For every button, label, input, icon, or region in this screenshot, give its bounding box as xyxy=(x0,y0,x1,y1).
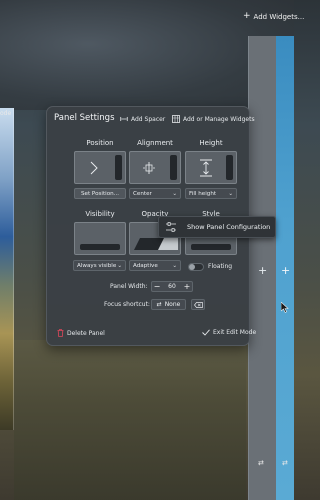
add-widget-plus-icon[interactable]: + xyxy=(281,264,290,277)
opacity-value: Adaptive xyxy=(133,262,158,269)
exit-edit-mode-button[interactable]: Exit Edit Mode xyxy=(202,329,256,336)
add-manage-widgets-button[interactable]: Add or Manage Widgets xyxy=(172,115,255,123)
clear-shortcut-button[interactable] xyxy=(191,299,205,310)
add-spacer-label: Add Spacer xyxy=(131,115,166,123)
chevron-down-icon: ⌄ xyxy=(172,262,177,269)
focus-shortcut-value: None xyxy=(164,301,181,308)
alignment-select[interactable]: Center ⌄ xyxy=(129,188,181,199)
add-spacer-plus-icon[interactable]: + xyxy=(258,264,267,277)
panel-width-spinbox[interactable]: − 60 + xyxy=(151,281,193,292)
add-spacer-button[interactable]: Add Spacer xyxy=(120,115,165,123)
chevron-down-icon: ⌄ xyxy=(117,262,122,269)
position-label: Position xyxy=(86,139,114,147)
mouse-cursor-icon xyxy=(281,302,289,313)
adaptive-opacity-icon xyxy=(134,238,178,250)
visibility-label: Visibility xyxy=(85,210,115,218)
panel-preview-bar xyxy=(80,244,120,250)
position-tile[interactable] xyxy=(74,151,126,184)
dialog-title: Panel Settings xyxy=(54,113,115,123)
panel-preview-bar xyxy=(115,155,122,180)
tooltip-text: Show Panel Configuration xyxy=(187,223,271,231)
visibility-tile[interactable] xyxy=(74,222,126,255)
background-window-preview[interactable] xyxy=(0,108,14,430)
height-value: Fill height xyxy=(189,190,217,197)
floating-label: Floating xyxy=(208,263,233,270)
background-window-label: ode xyxy=(0,110,12,117)
plus-icon: + xyxy=(243,11,251,21)
align-center-icon xyxy=(143,162,155,174)
wallpaper-hill xyxy=(14,340,246,500)
focus-shortcut-label: Focus shortcut: xyxy=(104,301,150,308)
checkmark-icon xyxy=(202,329,210,336)
opacity-select[interactable]: Adaptive ⌄ xyxy=(129,260,181,271)
add-widgets-button[interactable]: + Add Widgets... xyxy=(243,12,304,21)
panel-preview-bar xyxy=(191,244,231,250)
add-widgets-label: Add Widgets... xyxy=(253,12,305,21)
decrease-button[interactable]: − xyxy=(152,282,162,291)
set-position-label: Set Position... xyxy=(80,190,120,197)
panel-width-value: 60 xyxy=(168,283,176,290)
visibility-value: Always visible xyxy=(77,262,117,269)
delete-panel-label: Delete Panel xyxy=(67,329,105,337)
alignment-tile[interactable] xyxy=(129,151,181,184)
height-label: Height xyxy=(199,139,223,147)
panel-width-label: Panel Width: xyxy=(110,283,148,290)
add-manage-widgets-label: Add or Manage Widgets xyxy=(183,115,255,123)
height-tile[interactable] xyxy=(185,151,237,184)
widgets-grid-icon xyxy=(172,115,180,123)
clear-backspace-icon xyxy=(193,301,203,308)
increase-button[interactable]: + xyxy=(182,282,192,291)
visibility-select[interactable]: Always visible ⌄ xyxy=(73,260,126,271)
panel-preview-bar xyxy=(226,155,233,180)
height-select[interactable]: Fill height ⌄ xyxy=(185,188,237,199)
set-position-button[interactable]: Set Position... xyxy=(74,188,126,199)
exit-edit-mode-label: Exit Edit Mode xyxy=(213,329,257,336)
trash-icon xyxy=(57,329,64,337)
delete-panel-button[interactable]: Delete Panel xyxy=(57,329,105,337)
swap-arrows-icon[interactable]: ⇄ xyxy=(258,459,264,467)
panel-preview-bar xyxy=(170,155,177,180)
swap-icon: ⇄ xyxy=(156,301,162,308)
toggle-knob xyxy=(189,264,195,270)
fill-height-icon xyxy=(200,159,212,177)
configure-sliders-icon xyxy=(166,222,176,232)
focus-shortcut-button[interactable]: ⇄ None xyxy=(151,299,186,310)
chevron-down-icon: ⌄ xyxy=(172,190,177,197)
show-panel-configuration-tooltip: Show Panel Configuration xyxy=(158,216,276,238)
alignment-label: Alignment xyxy=(137,139,173,147)
floating-toggle[interactable] xyxy=(188,263,204,271)
swap-arrows-icon[interactable]: ⇄ xyxy=(282,459,288,467)
alignment-value: Center xyxy=(133,190,152,197)
chevron-down-icon: ⌄ xyxy=(228,190,233,197)
chevron-right-icon xyxy=(90,161,98,175)
spacer-icon xyxy=(120,116,128,122)
